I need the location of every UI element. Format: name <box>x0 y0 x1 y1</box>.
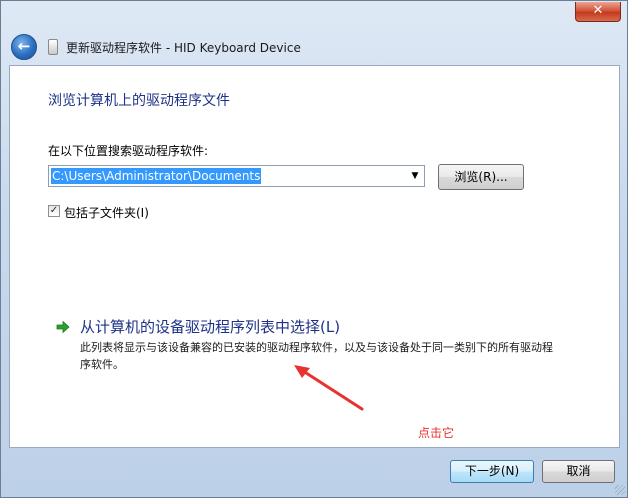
next-button[interactable]: 下一步(N) <box>450 460 534 483</box>
device-icon <box>48 39 58 55</box>
back-arrow-icon: ← <box>17 37 31 55</box>
cancel-button[interactable]: 取消 <box>542 460 615 483</box>
search-path-value[interactable]: C:\Users\Administrator\Documents <box>51 168 262 184</box>
pick-from-list-link[interactable]: 从计算机的设备驱动程序列表中选择(L) <box>80 316 340 337</box>
close-icon: ✕ <box>592 3 604 18</box>
include-subfolders-checkbox[interactable]: ✓ <box>48 205 60 217</box>
window-title: 更新驱动程序软件 - HID Keyboard Device <box>66 41 301 55</box>
annotation-click-it: 点击它 <box>418 426 455 440</box>
driver-update-window: ✕ ← 更新驱动程序软件 - HID Keyboard Device 浏览计算机… <box>0 0 628 498</box>
resize-grip[interactable] <box>615 485 625 495</box>
page-heading: 浏览计算机上的驱动程序文件 <box>48 93 230 109</box>
browse-button[interactable]: 浏览(R)... <box>438 164 524 190</box>
wizard-content: 浏览计算机上的驱动程序文件 在以下位置搜索驱动程序软件: C:\Users\Ad… <box>9 65 620 448</box>
chevron-down-icon[interactable]: ▼ <box>408 169 422 183</box>
search-path-combobox[interactable]: C:\Users\Administrator\Documents ▼ <box>48 165 425 187</box>
search-location-label: 在以下位置搜索驱动程序软件: <box>48 144 209 158</box>
red-annotation-arrow-icon <box>294 365 364 411</box>
include-subfolders-label[interactable]: 包括子文件夹(I) <box>64 204 149 221</box>
close-button[interactable]: ✕ <box>575 2 621 22</box>
green-arrow-icon[interactable] <box>56 320 70 334</box>
back-button[interactable]: ← <box>11 34 37 60</box>
checkmark-icon: ✓ <box>49 205 59 216</box>
